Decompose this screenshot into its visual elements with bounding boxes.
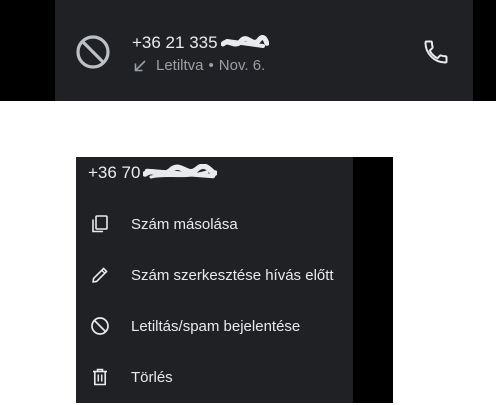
call-log-panel: +36 21 335 Letiltva • Nov. 6. xyxy=(0,0,496,101)
menu-item-copy-number[interactable]: Szám másolása xyxy=(76,202,353,246)
menu-item-block-report-spam[interactable]: Letiltás/spam bejelentése xyxy=(76,304,353,348)
screen: +36 21 335 Letiltva • Nov. 6. +36 70 Szá… xyxy=(0,0,496,405)
block-icon xyxy=(91,317,109,335)
copy-icon xyxy=(92,215,108,233)
redaction-scribble xyxy=(220,35,269,48)
call-status: Letiltva xyxy=(156,57,204,74)
call-entry-meta: Letiltva • Nov. 6. xyxy=(133,56,265,76)
menu-header-number: +36 70 xyxy=(88,161,218,185)
menu-item-label: Törlés xyxy=(131,368,173,386)
menu-item-label: Letiltás/spam bejelentése xyxy=(131,317,301,335)
call-entry-number: +36 21 335 xyxy=(132,32,269,54)
caller-number: +36 21 335 xyxy=(132,33,218,52)
phone-icon[interactable] xyxy=(422,38,450,66)
menu-item-label: Szám másolása xyxy=(131,215,238,233)
menu-number: +36 70 xyxy=(88,163,141,182)
context-menu: +36 70 Szám másolása Szám szerkesztése h… xyxy=(76,157,353,403)
redaction-scribble xyxy=(143,164,218,179)
edit-pencil-icon xyxy=(92,267,108,283)
missed-call-arrow-icon xyxy=(134,60,146,72)
menu-item-delete[interactable]: Törlés xyxy=(76,355,353,399)
menu-item-label: Szám szerkesztése hívás előtt xyxy=(131,266,334,284)
trash-icon xyxy=(93,368,107,386)
context-menu-panel: +36 70 Szám másolása Szám szerkesztése h… xyxy=(76,157,393,403)
call-date: Nov. 6. xyxy=(218,57,266,74)
call-log-entry[interactable]: +36 21 335 Letiltva • Nov. 6. xyxy=(55,0,473,101)
menu-item-edit-before-call[interactable]: Szám szerkesztése hívás előtt xyxy=(76,253,353,297)
meta-separator: • xyxy=(208,57,214,74)
block-icon xyxy=(76,35,110,69)
